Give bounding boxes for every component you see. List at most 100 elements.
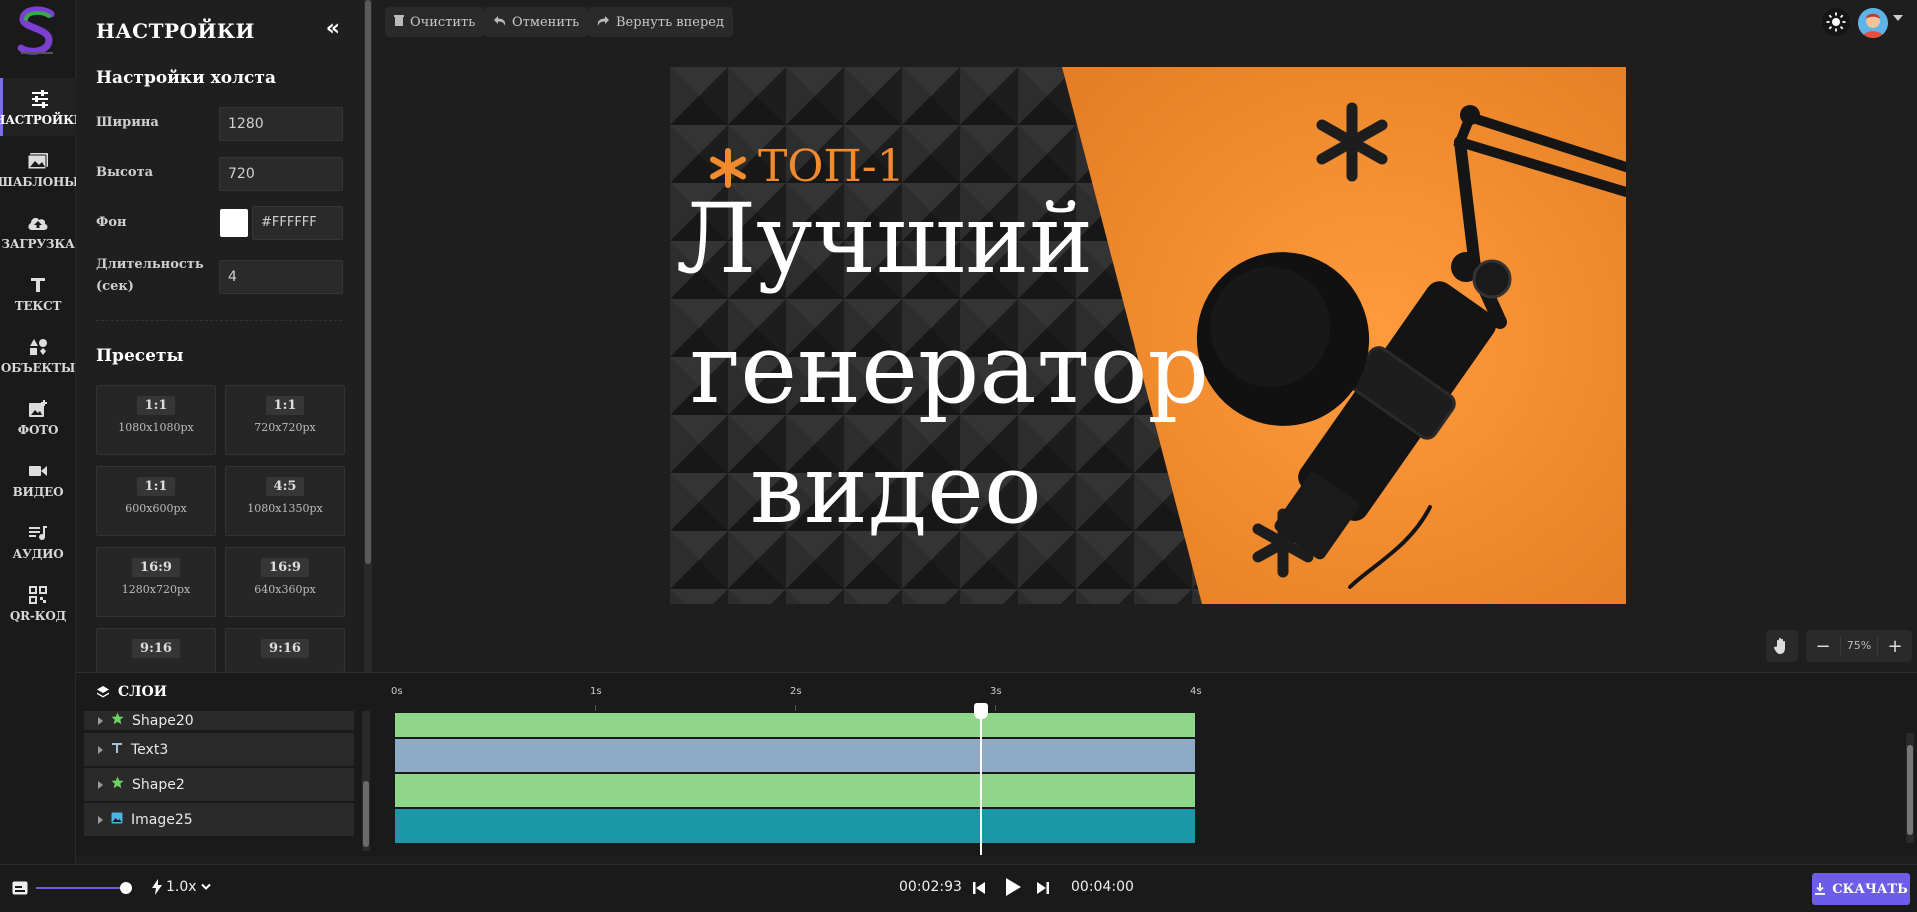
scrollbar-thumb[interactable] <box>1907 745 1913 835</box>
preset-card[interactable]: 16:9 640x360px <box>225 547 345 617</box>
clear-button[interactable]: Очистить <box>385 7 485 37</box>
download-label: СКАЧАТЬ <box>1832 881 1908 897</box>
subtitles-icon[interactable] <box>12 880 28 900</box>
height-input[interactable]: 720 <box>219 157 343 191</box>
sidebar-item-settings[interactable]: НАСТРОЙКИ <box>0 78 85 136</box>
sidebar-item-label: ТЕКСТ <box>14 298 62 313</box>
skip-back-button[interactable] <box>972 880 986 899</box>
expand-arrow-icon[interactable] <box>98 815 103 824</box>
layers-title: СЛОИ <box>118 684 167 700</box>
expand-arrow-icon[interactable] <box>98 716 103 725</box>
sidebar-item-templates[interactable]: ШАБЛОНЫ <box>0 140 79 198</box>
height-label: Высота <box>96 165 154 180</box>
preset-card[interactable]: 16:9 1280x720px <box>96 547 216 617</box>
collapse-panel-icon[interactable]: « <box>326 16 340 41</box>
account-menu-caret-icon[interactable] <box>1893 15 1903 21</box>
skip-back-icon <box>973 882 985 894</box>
redo-button[interactable]: Вернуть вперед <box>588 7 733 37</box>
sidebar-item-video[interactable]: ВИДЕО <box>0 450 76 508</box>
zoom-out-button[interactable]: − <box>1806 636 1840 657</box>
ruler-tick <box>595 705 596 711</box>
preset-dimensions: 720x720px <box>254 421 316 434</box>
zoom-control: − 75% + <box>1806 630 1912 662</box>
track-text3[interactable] <box>395 739 1195 772</box>
sidebar-item-audio[interactable]: АУДИО <box>0 512 76 570</box>
undo-button[interactable]: Отменить <box>484 7 589 37</box>
track-shape20[interactable] <box>395 713 1195 737</box>
timeline-scrollbar[interactable] <box>1906 733 1914 843</box>
layer-name: Image25 <box>131 811 193 828</box>
track-shape2[interactable] <box>395 774 1195 807</box>
headline-line-3[interactable]: видео <box>750 436 1042 543</box>
canvas-preview[interactable]: ТОП-1 Лучший генератор видео <box>670 67 1626 604</box>
headline-line-1[interactable]: Лучший <box>676 186 1093 293</box>
chevron-down-icon <box>200 883 211 890</box>
background-color-swatch[interactable] <box>220 209 248 237</box>
preset-dimensions: 1080x1080px <box>118 421 194 434</box>
add-photo-icon <box>27 398 49 420</box>
sidebar-item-text[interactable]: ТЕКСТ <box>0 264 76 322</box>
ruler-label: 2s <box>790 686 802 697</box>
sidebar-item-photo[interactable]: ФОТО <box>0 388 76 446</box>
preset-card[interactable]: 4:5 1080x1350px <box>225 466 345 536</box>
preset-ratio: 16:9 <box>261 558 309 577</box>
preset-card[interactable]: 1:1 600x600px <box>96 466 216 536</box>
layer-row-text3[interactable]: Text3 <box>84 733 354 767</box>
track-image25[interactable] <box>395 809 1195 843</box>
scrollbar-thumb[interactable] <box>363 781 369 847</box>
sidebar-item-label: ФОТО <box>17 422 59 437</box>
sidebar-item-label: НАСТРОЙКИ <box>0 112 85 127</box>
playhead-handle[interactable] <box>974 703 988 719</box>
pan-tool-button[interactable] <box>1766 630 1798 662</box>
expand-arrow-icon[interactable] <box>98 745 103 754</box>
sidebar-item-upload[interactable]: ЗАГРУЗКА <box>0 202 76 260</box>
scrollbar-thumb[interactable] <box>365 0 371 564</box>
preset-ratio: 16:9 <box>132 558 180 577</box>
star-icon <box>111 776 124 793</box>
layer-row-shape2[interactable]: Shape2 <box>84 768 354 802</box>
preset-card[interactable]: 9:16 <box>225 628 345 672</box>
download-icon <box>1815 883 1826 895</box>
layer-row-shape20[interactable]: Shape20 <box>84 711 354 731</box>
volume-slider-track[interactable] <box>36 887 126 889</box>
ruler-tick <box>995 705 996 711</box>
star-icon <box>111 712 124 729</box>
total-time: 00:04:00 <box>1071 879 1134 895</box>
ruler-label: 3s <box>990 686 1002 697</box>
expand-arrow-icon[interactable] <box>98 780 103 789</box>
cloud-upload-icon <box>27 212 49 234</box>
download-button[interactable]: СКАЧАТЬ <box>1812 873 1910 905</box>
audio-icon <box>27 522 49 544</box>
ruler-label: 0s <box>391 686 403 697</box>
sidebar-item-qr-code[interactable]: QR-КОД <box>0 574 76 632</box>
play-button[interactable] <box>1004 877 1022 901</box>
width-input[interactable]: 1280 <box>219 107 343 141</box>
zoom-in-button[interactable]: + <box>1878 636 1912 657</box>
layer-row-image25[interactable]: Image25 <box>84 803 354 837</box>
current-time: 00:02:93 <box>899 879 962 895</box>
playhead-line[interactable] <box>980 703 982 855</box>
duration-input[interactable]: 4 <box>219 260 343 294</box>
volume-slider-handle[interactable] <box>120 882 132 894</box>
user-avatar[interactable] <box>1858 8 1888 38</box>
theme-toggle-button[interactable] <box>1822 8 1850 36</box>
preset-ratio: 1:1 <box>136 396 176 415</box>
sidebar-item-objects[interactable]: ОБЪЕКТЫ <box>0 326 76 384</box>
headline-line-2[interactable]: генератор <box>690 316 1209 423</box>
hand-icon <box>1774 637 1785 654</box>
preset-card[interactable]: 1:1 720x720px <box>225 385 345 455</box>
layers-scrollbar[interactable] <box>362 711 370 851</box>
app-logo[interactable] <box>15 6 59 58</box>
skip-forward-button[interactable] <box>1036 880 1050 899</box>
preset-card[interactable]: 1:1 1080x1080px <box>96 385 216 455</box>
background-color-input[interactable]: #FFFFFF <box>252 206 343 240</box>
speed-selector[interactable]: 1.0x <box>152 879 211 895</box>
layers-icon <box>97 686 109 698</box>
icon-rail: НАСТРОЙКИ ШАБЛОНЫ ЗАГРУЗКА ТЕКСТ ОБЪЕКТЫ… <box>0 0 85 864</box>
preset-card[interactable]: 9:16 <box>96 628 216 672</box>
panel-scrollbar[interactable] <box>364 0 372 672</box>
trash-icon <box>394 14 404 30</box>
preset-ratio: 1:1 <box>136 477 176 496</box>
text-type-icon <box>111 742 123 758</box>
qr-code-icon <box>27 584 49 606</box>
